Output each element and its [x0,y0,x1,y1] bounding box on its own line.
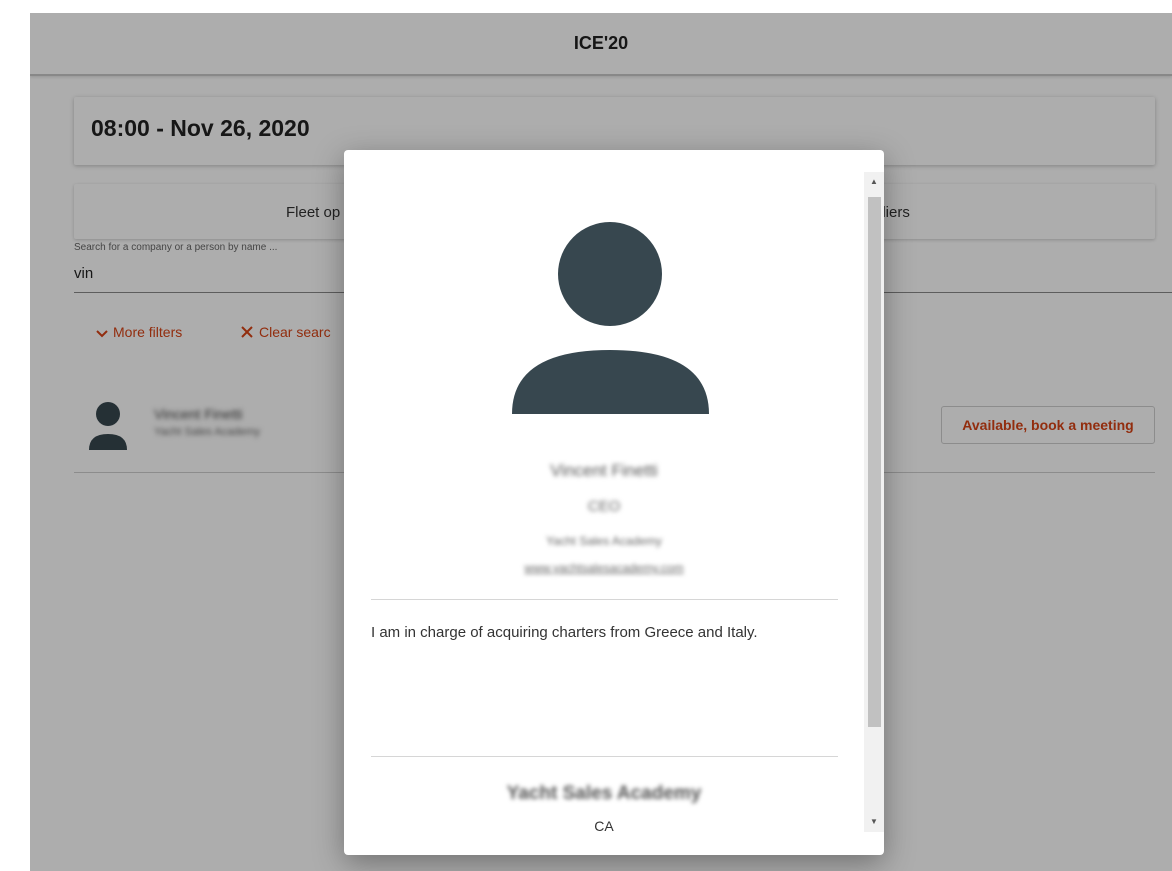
app-frame: ICE'20 08:00 - Nov 26, 2020 Fleet op pli… [30,13,1172,871]
divider [371,599,838,600]
profile-modal: Vincent Finetti CEO Yacht Sales Academy … [344,150,884,855]
scroll-down-icon[interactable]: ▼ [864,812,884,832]
profile-role: CEO [587,498,621,515]
company-section-country: CA [594,818,614,834]
company-section-name: Yacht Sales Academy [506,783,702,804]
scroll-thumb[interactable] [868,197,881,727]
profile-bio: I am in charge of acquiring charters fro… [371,624,758,641]
profile-name: Vincent Finetti [550,461,658,480]
profile-company: Yacht Sales Academy [546,534,662,548]
divider [371,756,838,757]
profile-modal-content: Vincent Finetti CEO Yacht Sales Academy … [344,150,864,855]
modal-scrollbar[interactable]: ▲ ▼ [864,172,884,832]
scroll-up-icon[interactable]: ▲ [864,172,884,192]
profile-website-link[interactable]: www.yachtsalesacademy.com [344,561,864,575]
profile-avatar-icon [512,222,709,414]
